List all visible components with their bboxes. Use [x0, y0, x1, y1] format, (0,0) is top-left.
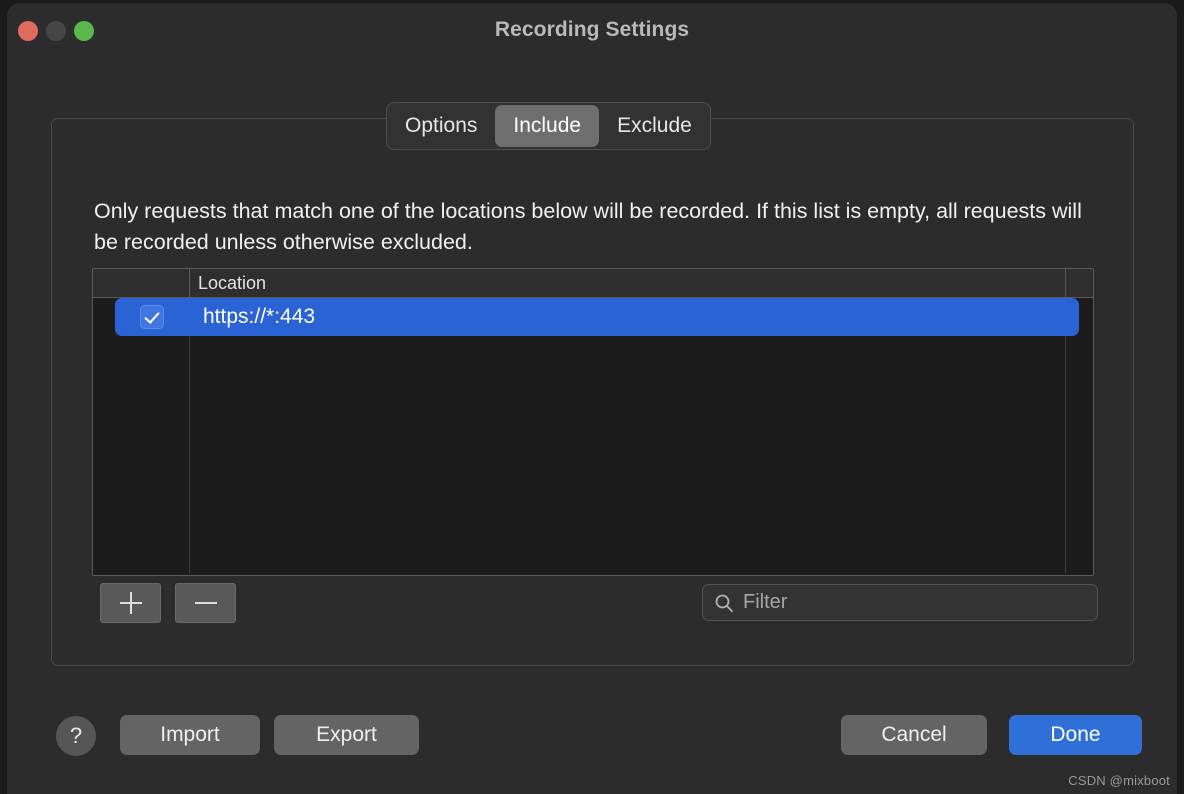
checkbox-checked-icon[interactable] — [140, 305, 164, 329]
row-checkbox-cell[interactable] — [115, 305, 189, 329]
tab-exclude[interactable]: Exclude — [599, 105, 710, 147]
tab-options[interactable]: Options — [387, 105, 495, 147]
cancel-button[interactable]: Cancel — [841, 715, 987, 755]
table-header-row: Location — [93, 269, 1093, 298]
panel-description: Only requests that match one of the loca… — [94, 199, 1082, 254]
filter-field[interactable]: Filter — [702, 584, 1098, 621]
table-body: https://*:443 — [93, 298, 1093, 574]
export-button[interactable]: Export — [274, 715, 419, 755]
column-divider-1 — [189, 298, 190, 574]
table-header-checkbox-column[interactable] — [93, 269, 189, 297]
plus-icon — [119, 592, 142, 614]
filter-placeholder: Filter — [743, 591, 788, 613]
table-toolbar — [100, 583, 236, 623]
table-header-spacer-column[interactable] — [1065, 269, 1092, 297]
page-title: Recording Settings — [494, 18, 690, 41]
minus-icon — [194, 602, 217, 604]
remove-location-button[interactable] — [175, 583, 236, 623]
column-divider-2 — [1065, 298, 1066, 574]
done-button[interactable]: Done — [1009, 715, 1142, 755]
locations-table: Location https://*:443 — [92, 268, 1094, 576]
help-button[interactable]: ? — [56, 716, 96, 756]
search-icon — [714, 593, 734, 613]
tab-bar: Options Include Exclude — [386, 102, 711, 150]
add-location-button[interactable] — [100, 583, 161, 623]
row-location-value: https://*:443 — [203, 305, 316, 328]
tab-include[interactable]: Include — [495, 105, 600, 147]
table-row[interactable]: https://*:443 — [115, 298, 1079, 336]
window-titlebar: Recording Settings — [8, 4, 1176, 60]
table-header-location[interactable]: Location — [189, 269, 1065, 297]
recording-settings-window: Recording Settings Options Include Exclu… — [8, 4, 1176, 794]
import-button[interactable]: Import — [120, 715, 260, 755]
watermark: CSDN @mixboot — [1068, 773, 1170, 788]
